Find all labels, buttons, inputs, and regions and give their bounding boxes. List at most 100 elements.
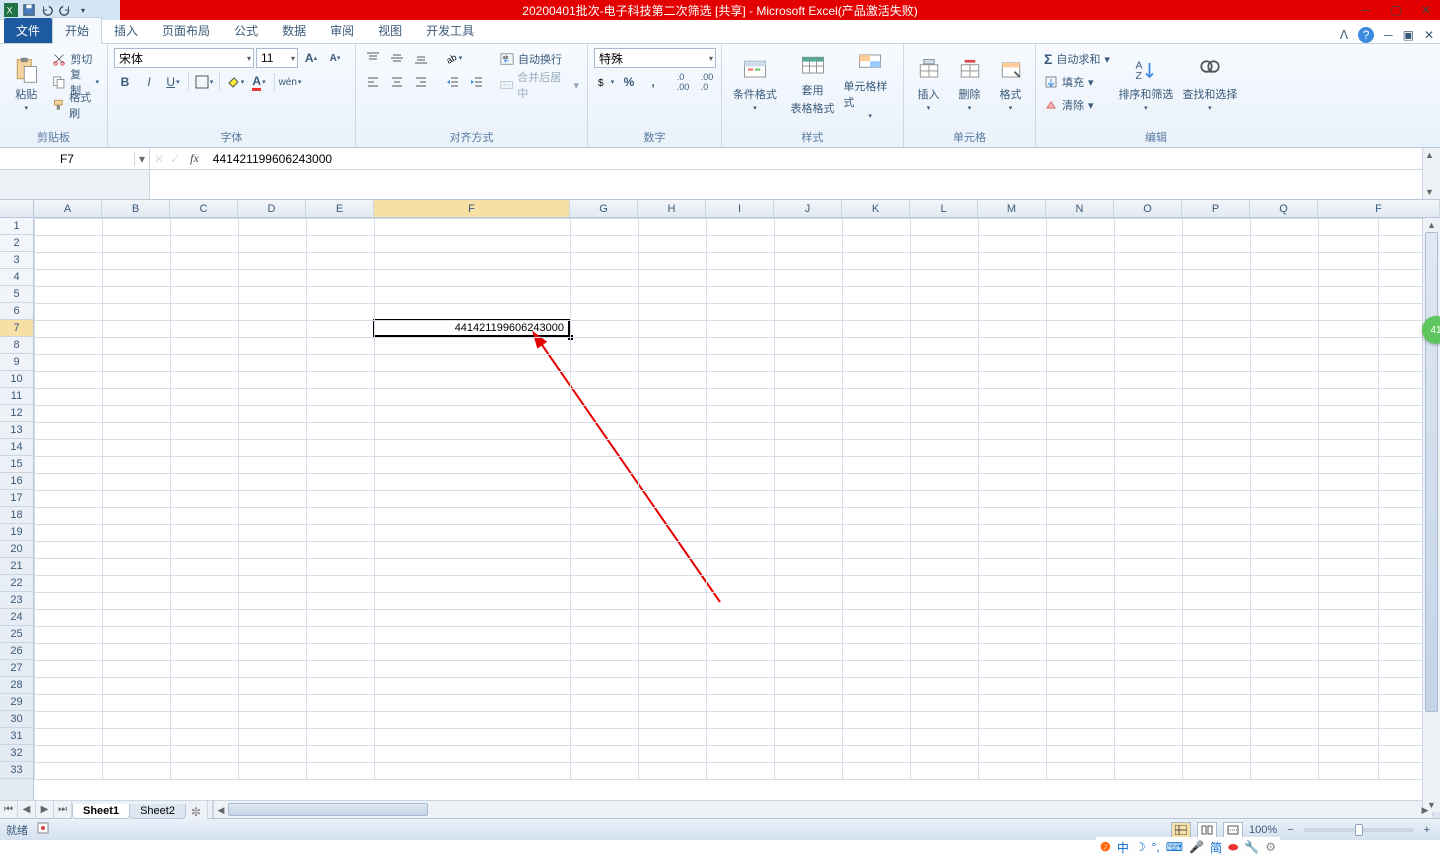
ime-lang-zh[interactable]: 中	[1117, 839, 1129, 856]
cell-styles-button[interactable]: 单元格样式▾	[843, 48, 897, 120]
column-header[interactable]: C	[170, 200, 238, 217]
number-format-combo[interactable]: 特殊▾	[594, 48, 716, 68]
ribbon-minimize-icon[interactable]: ᐱ	[1340, 28, 1348, 42]
name-box-input[interactable]	[0, 152, 134, 166]
conditional-formatting-button[interactable]: 条件格式▾	[728, 48, 782, 120]
zoom-slider-knob[interactable]	[1355, 824, 1363, 836]
workbook-restore-icon[interactable]: ▣	[1403, 28, 1414, 42]
increase-font-icon[interactable]: A▴	[300, 48, 322, 68]
sheet-tab-2[interactable]: Sheet2	[129, 804, 186, 819]
row-header[interactable]: 25	[0, 626, 33, 643]
help-icon[interactable]: ?	[1358, 27, 1374, 43]
format-painter-button[interactable]: 格式刷	[50, 94, 101, 116]
minimize-icon[interactable]: ─	[1358, 2, 1374, 18]
decrease-decimal-icon[interactable]: .00.0	[696, 72, 718, 92]
workbook-close-icon[interactable]: ✕	[1424, 28, 1434, 42]
row-header[interactable]: 12	[0, 405, 33, 422]
column-header[interactable]: D	[238, 200, 306, 217]
format-cells-button[interactable]: 格式▾	[992, 48, 1029, 120]
row-header[interactable]: 2	[0, 235, 33, 252]
row-header[interactable]: 26	[0, 643, 33, 660]
row-header[interactable]: 1	[0, 218, 33, 235]
column-header[interactable]: M	[978, 200, 1046, 217]
row-header[interactable]: 5	[0, 286, 33, 303]
row-header[interactable]: 10	[0, 371, 33, 388]
decrease-indent-icon[interactable]	[442, 72, 464, 92]
ime-moon-icon[interactable]: ☽	[1135, 840, 1146, 854]
row-header[interactable]: 19	[0, 524, 33, 541]
tab-file[interactable]: 文件	[4, 18, 52, 43]
macro-record-icon[interactable]	[36, 821, 50, 838]
row-header[interactable]: 8	[0, 337, 33, 354]
row-header[interactable]: 22	[0, 575, 33, 592]
find-select-button[interactable]: 查找和选择▾	[1180, 48, 1240, 120]
hscroll-thumb[interactable]	[228, 803, 428, 816]
accounting-format-icon[interactable]: $▾	[594, 72, 616, 92]
view-page-layout-icon[interactable]	[1197, 822, 1217, 838]
row-header[interactable]: 18	[0, 507, 33, 524]
row-header[interactable]: 30	[0, 711, 33, 728]
maximize-icon[interactable]: ▢	[1388, 2, 1404, 18]
ime-tool-icon[interactable]: 🔧	[1244, 840, 1259, 854]
align-right-icon[interactable]	[410, 72, 432, 92]
tab-home[interactable]: 开始	[52, 17, 102, 44]
qat-more-icon[interactable]: ▾	[76, 3, 90, 17]
row-header[interactable]: 20	[0, 541, 33, 558]
column-header[interactable]: I	[706, 200, 774, 217]
italic-icon[interactable]: I	[138, 72, 160, 92]
scroll-right-icon[interactable]: ▶	[1418, 801, 1432, 818]
align-bottom-icon[interactable]	[410, 48, 432, 68]
format-as-table-button[interactable]: 套用 表格格式	[786, 48, 840, 120]
tab-view[interactable]: 视图	[366, 18, 414, 43]
row-header[interactable]: 27	[0, 660, 33, 677]
zoom-slider[interactable]	[1304, 828, 1414, 832]
align-left-icon[interactable]	[362, 72, 384, 92]
row-header[interactable]: 14	[0, 439, 33, 456]
autosum-button[interactable]: Σ自动求和▾	[1042, 48, 1112, 70]
row-header[interactable]: 28	[0, 677, 33, 694]
tab-data[interactable]: 数据	[270, 18, 318, 43]
sheet-tab-1[interactable]: Sheet1	[72, 804, 130, 819]
row-header[interactable]: 4	[0, 269, 33, 286]
ime-keyboard-icon[interactable]: ⌨	[1166, 840, 1183, 854]
select-all-corner[interactable]	[0, 200, 34, 217]
row-header[interactable]: 32	[0, 745, 33, 762]
row-header[interactable]: 23	[0, 592, 33, 609]
sheet-nav-last-icon[interactable]: ⏭	[54, 801, 72, 819]
ime-gear-icon[interactable]: ⚙	[1265, 840, 1276, 854]
cells-area[interactable]: 441421199606243000	[34, 218, 1440, 800]
tab-formulas[interactable]: 公式	[222, 18, 270, 43]
column-header[interactable]: F	[1318, 200, 1440, 217]
insert-cells-button[interactable]: 插入▾	[910, 48, 947, 120]
merge-center-button[interactable]: 合并后居中▾	[498, 74, 581, 96]
workbook-minimize-icon[interactable]: ─	[1384, 28, 1393, 42]
vscroll-thumb[interactable]	[1425, 232, 1438, 712]
selected-cell[interactable]: 441421199606243000	[373, 319, 570, 337]
sheet-nav-next-icon[interactable]: ▶	[36, 801, 54, 819]
paste-button[interactable]: 粘贴 ▾	[6, 48, 46, 120]
row-header[interactable]: 11	[0, 388, 33, 405]
align-middle-icon[interactable]	[386, 48, 408, 68]
row-header[interactable]: 17	[0, 490, 33, 507]
view-page-break-icon[interactable]	[1223, 822, 1243, 838]
tab-page-layout[interactable]: 页面布局	[150, 18, 222, 43]
decrease-font-icon[interactable]: A▾	[324, 48, 346, 68]
zoom-in-icon[interactable]: +	[1420, 824, 1434, 836]
bold-icon[interactable]: B	[114, 72, 136, 92]
column-header[interactable]: A	[34, 200, 102, 217]
column-header[interactable]: J	[774, 200, 842, 217]
row-header[interactable]: 16	[0, 473, 33, 490]
vertical-scrollbar[interactable]: ▲ ▼	[1422, 218, 1440, 812]
delete-cells-button[interactable]: 删除▾	[951, 48, 988, 120]
column-header[interactable]: N	[1046, 200, 1114, 217]
formula-bar-scrollbar[interactable]: ▲ ▼	[1422, 148, 1440, 199]
new-sheet-icon[interactable]: ✼	[185, 805, 207, 819]
increase-indent-icon[interactable]	[466, 72, 488, 92]
row-header[interactable]: 15	[0, 456, 33, 473]
column-header[interactable]: H	[638, 200, 706, 217]
row-header[interactable]: 33	[0, 762, 33, 779]
font-color-icon[interactable]: A▾	[248, 72, 270, 92]
orientation-icon[interactable]: ab▾	[442, 48, 464, 68]
ime-logo-icon[interactable]: ❷	[1100, 840, 1111, 854]
percent-icon[interactable]: %	[618, 72, 640, 92]
